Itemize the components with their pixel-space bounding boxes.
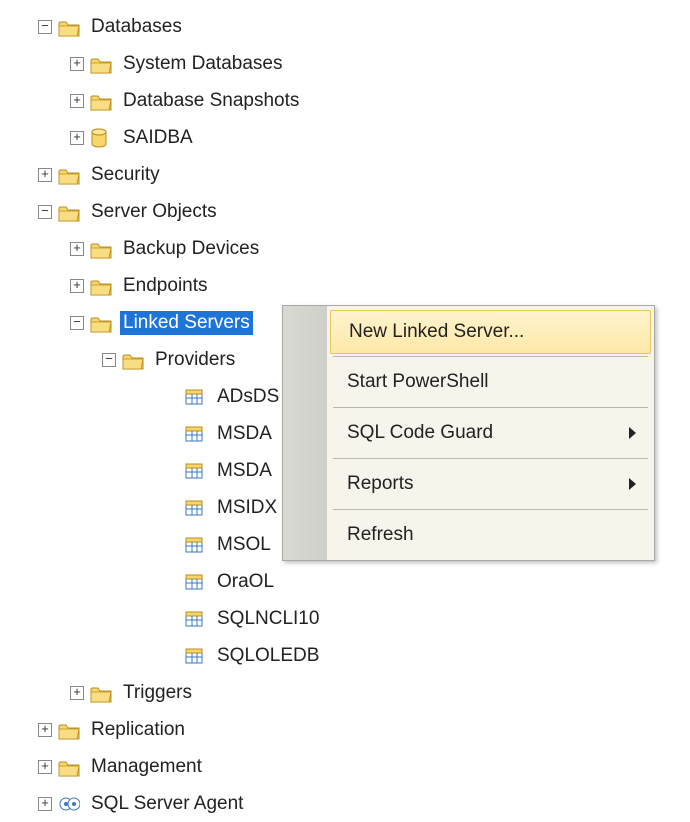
tree-label: Management xyxy=(88,755,205,779)
provider-icon xyxy=(184,387,206,407)
provider-icon xyxy=(184,424,206,444)
menu-separator xyxy=(333,458,648,459)
expand-icon[interactable]: + xyxy=(38,168,52,182)
tree-label: SQLOLEDB xyxy=(214,644,322,668)
menu-body: New Linked Server... Start PowerShell SQ… xyxy=(327,306,654,560)
provider-icon xyxy=(184,498,206,518)
provider-icon xyxy=(184,609,206,629)
expand-icon[interactable]: + xyxy=(38,723,52,737)
folder-icon xyxy=(90,313,112,333)
expand-icon[interactable]: + xyxy=(70,94,84,108)
tree-node-sql-server-agent[interactable]: + SQL Server Agent xyxy=(8,785,682,822)
folder-icon xyxy=(122,350,144,370)
tree-label: Database Snapshots xyxy=(120,89,302,113)
expand-icon[interactable]: + xyxy=(70,279,84,293)
expand-icon[interactable]: + xyxy=(38,760,52,774)
submenu-arrow-icon xyxy=(629,427,636,439)
expand-icon[interactable]: + xyxy=(70,242,84,256)
tree-label: MSDA xyxy=(214,459,275,483)
tree-node-security[interactable]: + Security xyxy=(8,156,682,193)
tree-label: Backup Devices xyxy=(120,237,262,261)
tree-node-provider[interactable]: SQLNCLI10 xyxy=(8,600,682,637)
menu-item-sql-code-guard[interactable]: SQL Code Guard xyxy=(327,410,654,456)
provider-icon xyxy=(184,535,206,555)
menu-separator xyxy=(333,509,648,510)
tree-label: SQL Server Agent xyxy=(88,792,246,816)
collapse-icon[interactable]: − xyxy=(102,353,116,367)
collapse-icon[interactable]: − xyxy=(38,20,52,34)
database-icon xyxy=(90,128,112,148)
provider-icon xyxy=(184,646,206,666)
menu-separator xyxy=(333,407,648,408)
tree-node-replication[interactable]: + Replication xyxy=(8,711,682,748)
expand-icon[interactable]: + xyxy=(70,57,84,71)
tree-label: Server Objects xyxy=(88,200,220,224)
tree-label: OraOL xyxy=(214,570,277,594)
menu-item-label: Reports xyxy=(347,473,414,495)
folder-icon xyxy=(90,683,112,703)
tree-label: Security xyxy=(88,163,163,187)
tree-node-saidba[interactable]: + SAIDBA xyxy=(8,119,682,156)
tree-label: Providers xyxy=(152,348,238,372)
tree-label: SQLNCLI10 xyxy=(214,607,322,631)
tree-node-provider[interactable]: OraOL xyxy=(8,563,682,600)
tree-label: Endpoints xyxy=(120,274,211,298)
menu-item-label: SQL Code Guard xyxy=(347,422,493,444)
tree-node-database-snapshots[interactable]: + Database Snapshots xyxy=(8,82,682,119)
expand-icon[interactable]: + xyxy=(38,797,52,811)
tree-node-endpoints[interactable]: + Endpoints xyxy=(8,267,682,304)
provider-icon xyxy=(184,461,206,481)
menu-item-label: Refresh xyxy=(347,524,414,546)
provider-icon xyxy=(184,572,206,592)
folder-icon xyxy=(58,17,80,37)
tree-label: System Databases xyxy=(120,52,285,76)
tree-label: Triggers xyxy=(120,681,195,705)
folder-icon xyxy=(58,720,80,740)
tree-node-databases[interactable]: − Databases xyxy=(8,8,682,45)
expand-icon[interactable]: + xyxy=(70,131,84,145)
tree-label: ADsDS xyxy=(214,385,282,409)
folder-icon xyxy=(58,202,80,222)
folder-icon xyxy=(90,276,112,296)
menu-item-new-linked-server[interactable]: New Linked Server... xyxy=(330,310,651,354)
tree-label: Linked Servers xyxy=(120,311,253,335)
expand-icon[interactable]: + xyxy=(70,686,84,700)
menu-item-reports[interactable]: Reports xyxy=(327,461,654,507)
tree-node-management[interactable]: + Management xyxy=(8,748,682,785)
menu-separator xyxy=(333,356,648,357)
collapse-icon[interactable]: − xyxy=(70,316,84,330)
menu-gutter xyxy=(283,306,327,560)
menu-item-label: Start PowerShell xyxy=(347,371,489,393)
tree-label: MSIDX xyxy=(214,496,280,520)
folder-icon xyxy=(90,54,112,74)
context-menu: New Linked Server... Start PowerShell SQ… xyxy=(282,305,655,561)
tree-node-system-databases[interactable]: + System Databases xyxy=(8,45,682,82)
tree-node-backup-devices[interactable]: + Backup Devices xyxy=(8,230,682,267)
tree-node-server-objects[interactable]: − Server Objects xyxy=(8,193,682,230)
tree-node-triggers[interactable]: + Triggers xyxy=(8,674,682,711)
folder-icon xyxy=(90,91,112,111)
agent-icon xyxy=(58,794,80,814)
tree-node-provider[interactable]: SQLOLEDB xyxy=(8,637,682,674)
tree-label: MSDA xyxy=(214,422,275,446)
menu-item-start-powershell[interactable]: Start PowerShell xyxy=(327,359,654,405)
tree-label: Replication xyxy=(88,718,188,742)
tree-label: Databases xyxy=(88,15,185,39)
folder-icon xyxy=(58,165,80,185)
menu-item-refresh[interactable]: Refresh xyxy=(327,512,654,558)
tree-label: SAIDBA xyxy=(120,126,196,150)
menu-item-label: New Linked Server... xyxy=(349,321,524,343)
folder-icon xyxy=(90,239,112,259)
collapse-icon[interactable]: − xyxy=(38,205,52,219)
tree-label: MSOL xyxy=(214,533,274,557)
submenu-arrow-icon xyxy=(629,478,636,490)
folder-icon xyxy=(58,757,80,777)
